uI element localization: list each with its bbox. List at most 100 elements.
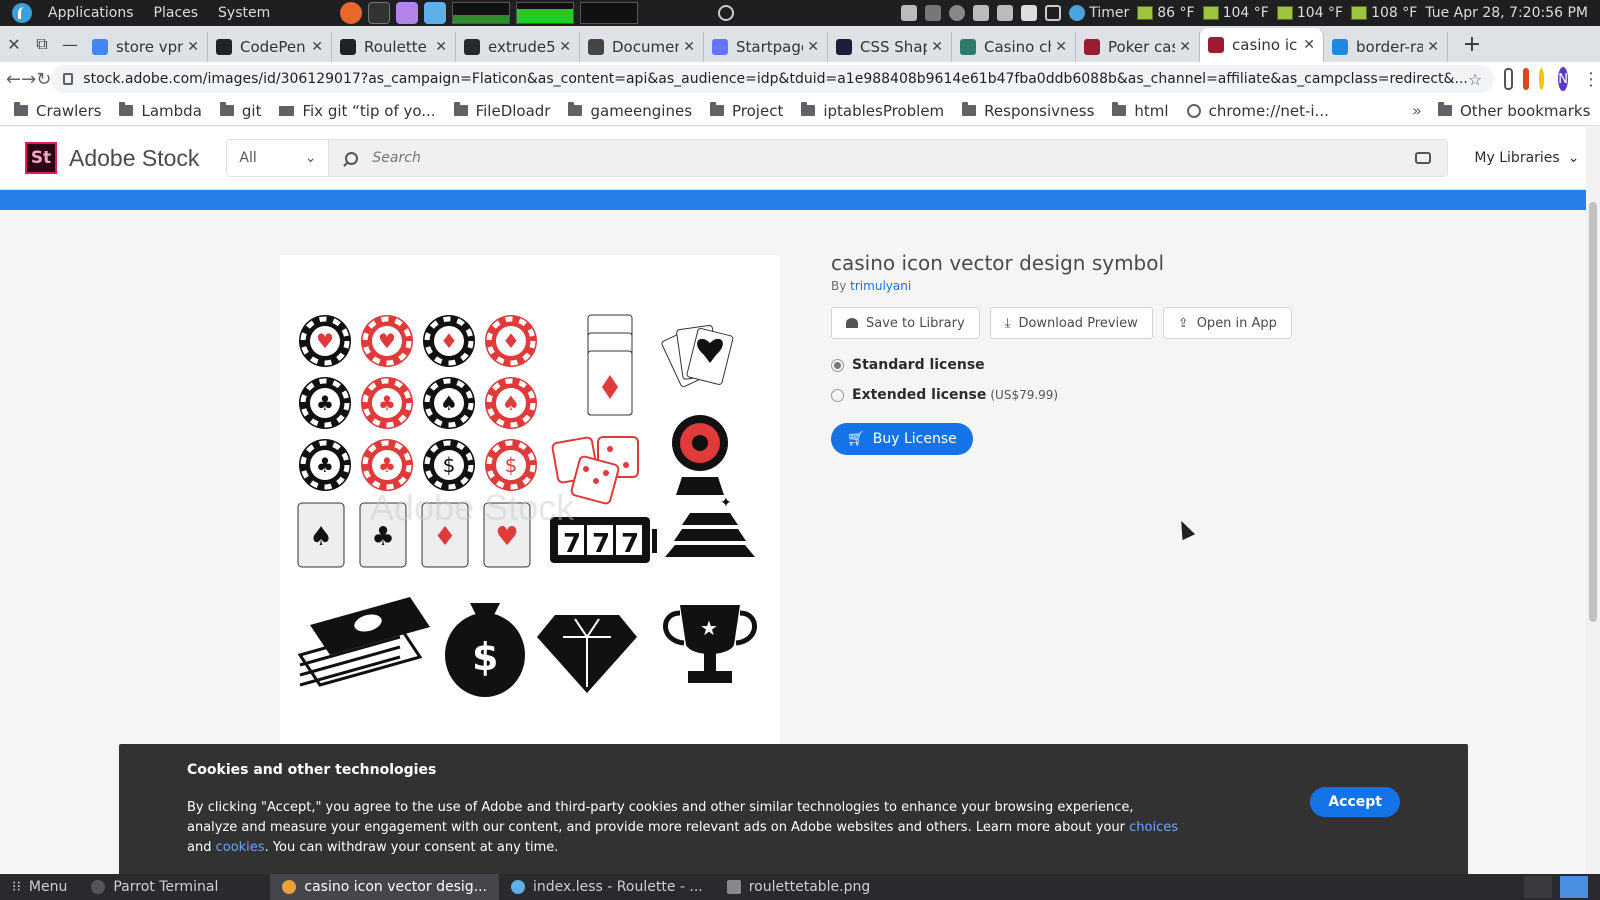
browser-tab[interactable]: CodePen ✕ xyxy=(208,32,332,62)
folder-icon xyxy=(119,102,134,116)
bookmark-item[interactable]: html xyxy=(1112,102,1169,120)
author-link[interactable]: trimulyani xyxy=(850,279,911,293)
bookmark-item[interactable]: Fix git “tip of yo... xyxy=(279,102,436,120)
standard-license-option[interactable]: Standard license xyxy=(831,357,1292,373)
parrot-logo-icon[interactable] xyxy=(12,3,32,23)
bluetooth-icon[interactable] xyxy=(925,5,942,21)
taskbar-item-editor[interactable]: index.less - Roulette - ... xyxy=(499,874,715,900)
menu-icon[interactable]: ⋮ xyxy=(1582,69,1600,90)
close-tab-icon[interactable]: ✕ xyxy=(931,39,943,55)
places-menu[interactable]: Places xyxy=(144,0,209,26)
terminal-icon[interactable] xyxy=(368,2,391,24)
shield-icon[interactable] xyxy=(973,5,990,21)
close-tab-icon[interactable]: ✕ xyxy=(559,39,571,55)
taskbar-item-chrome[interactable]: casino icon vector desig... xyxy=(270,874,499,900)
back-button[interactable]: ← xyxy=(6,64,21,94)
open-in-app-button[interactable]: ⇪ Open in App xyxy=(1162,307,1292,339)
close-tab-icon[interactable]: ✕ xyxy=(807,39,819,55)
more-bookmarks-button[interactable]: » xyxy=(1412,101,1422,120)
bookmark-item[interactable]: git xyxy=(219,102,261,120)
radio-unselected[interactable] xyxy=(831,388,844,402)
browser-tab[interactable]: Roulette ✕ xyxy=(332,32,456,62)
image-preview[interactable]: ♥ ♥ ♦ ♦ ♣ ♣ ♠ ♠ ♣ ♣ $ $ ♠ ♣ ♦ ♥ 7 7 7 ✦ … xyxy=(280,255,780,755)
cookies-link[interactable]: cookies xyxy=(216,840,265,855)
brand-name[interactable]: Adobe Stock xyxy=(69,145,199,172)
extension-icon[interactable] xyxy=(1522,68,1529,90)
browser-tab[interactable]: extrude5 ✕ xyxy=(456,32,580,62)
reload-button[interactable]: ↻ xyxy=(36,64,51,94)
close-window-icon[interactable]: ✕ xyxy=(0,30,28,58)
volume-icon[interactable] xyxy=(997,5,1014,21)
bookmark-star-icon[interactable]: ☆ xyxy=(1468,70,1482,89)
browser-tab[interactable]: border-ra ✕ xyxy=(1324,32,1448,62)
bookmark-item[interactable]: Project xyxy=(710,102,783,120)
search-input[interactable] xyxy=(372,150,1416,166)
close-tab-icon[interactable]: ✕ xyxy=(311,39,323,55)
close-tab-icon[interactable]: ✕ xyxy=(187,39,199,55)
close-tab-icon[interactable]: ✕ xyxy=(683,39,695,55)
browser-tab[interactable]: store vpn ✕ xyxy=(84,32,208,62)
close-tab-icon[interactable]: ✕ xyxy=(435,39,447,55)
download-preview-button[interactable]: ⤓ Download Preview xyxy=(989,307,1153,339)
adobe-stock-logo-icon[interactable]: St xyxy=(25,142,57,174)
search-icon[interactable] xyxy=(718,5,734,21)
firefox-icon[interactable] xyxy=(340,2,363,24)
minimize-window-icon[interactable]: — xyxy=(56,30,84,58)
bookmark-item[interactable]: FileDloadr xyxy=(453,102,550,120)
system-menu[interactable]: System xyxy=(208,0,280,26)
extension-icon[interactable] xyxy=(1538,68,1545,90)
close-tab-icon[interactable]: ✕ xyxy=(1055,39,1067,55)
buy-license-button[interactable]: 🛒︎ Buy License xyxy=(831,423,973,455)
browser-tab[interactable]: casino ic ✕ xyxy=(1200,28,1324,62)
bookmark-item[interactable]: Crawlers xyxy=(14,102,101,120)
choices-link[interactable]: choices xyxy=(1129,820,1178,835)
page-scrollbar[interactable] xyxy=(1586,127,1600,874)
clipboard-icon[interactable] xyxy=(1021,5,1038,21)
workspace-icon[interactable] xyxy=(1524,876,1552,898)
radio-selected[interactable] xyxy=(831,358,844,372)
tray-app-icon[interactable] xyxy=(901,5,918,21)
url-text[interactable]: stock.adobe.com/images/id/306129017?as_c… xyxy=(83,71,1468,87)
menu-button[interactable]: ⁝⁝ Menu xyxy=(0,874,79,900)
my-libraries-button[interactable]: My Libraries ⌄ xyxy=(1474,150,1579,166)
timer-widget[interactable]: Timer xyxy=(1069,5,1129,21)
browser-tab[interactable]: Poker cas ✕ xyxy=(1076,32,1200,62)
close-tab-icon[interactable]: ✕ xyxy=(1179,39,1191,55)
bookmark-item[interactable]: gameengines xyxy=(568,102,692,120)
asset-type-dropdown[interactable]: All ⌄ xyxy=(227,140,330,176)
svg-text:♣: ♣ xyxy=(316,391,334,415)
extended-license-option[interactable]: Extended license (US$79.99) xyxy=(831,387,1292,403)
browser-tab[interactable]: Startpage ✕ xyxy=(704,32,828,62)
profile-avatar[interactable]: N xyxy=(1558,67,1568,91)
close-tab-icon[interactable]: ✕ xyxy=(1303,37,1315,53)
clock[interactable]: Tue Apr 28, 7:20:56 PM xyxy=(1425,5,1588,21)
close-tab-icon[interactable]: ✕ xyxy=(1427,39,1439,55)
night-mode-icon[interactable] xyxy=(949,5,966,21)
cast-icon[interactable] xyxy=(1504,68,1513,90)
browser-tab[interactable]: Casino ch ✕ xyxy=(952,32,1076,62)
camera-icon[interactable] xyxy=(1415,152,1432,164)
bookmark-item[interactable]: iptablesProblem xyxy=(801,102,944,120)
bookmark-item[interactable]: chrome://net-i... xyxy=(1186,102,1329,120)
taskbar-item-image[interactable]: roulettetable.png xyxy=(715,874,883,900)
forward-button[interactable]: → xyxy=(21,64,36,94)
save-to-library-button[interactable]: Save to Library xyxy=(831,307,980,339)
scrollbar-thumb[interactable] xyxy=(1589,202,1597,622)
address-bar[interactable]: stock.adobe.com/images/id/306129017?as_c… xyxy=(51,65,1495,93)
new-tab-button[interactable]: + xyxy=(1456,29,1488,59)
browser-tab[interactable]: CSS Shap ✕ xyxy=(828,32,952,62)
lock-icon[interactable] xyxy=(63,73,74,85)
editor-icon[interactable] xyxy=(396,2,419,24)
bookmark-item[interactable]: Responsivness xyxy=(962,102,1094,120)
taskbar-item-terminal[interactable]: Parrot Terminal xyxy=(79,874,230,900)
bookmark-item[interactable]: Lambda xyxy=(119,102,202,120)
display-icon[interactable] xyxy=(1045,5,1062,21)
applications-menu[interactable]: Applications xyxy=(38,0,144,26)
other-bookmarks[interactable]: Other bookmarks xyxy=(1438,102,1590,120)
notes-icon[interactable] xyxy=(424,2,447,24)
browser-tab[interactable]: Documen ✕ xyxy=(580,32,704,62)
restore-window-icon[interactable]: ⧉ xyxy=(28,30,56,58)
chrome-workspace-icon[interactable] xyxy=(1560,876,1588,898)
accept-cookies-button[interactable]: Accept xyxy=(1310,787,1400,817)
svg-text:$: $ xyxy=(472,635,498,679)
